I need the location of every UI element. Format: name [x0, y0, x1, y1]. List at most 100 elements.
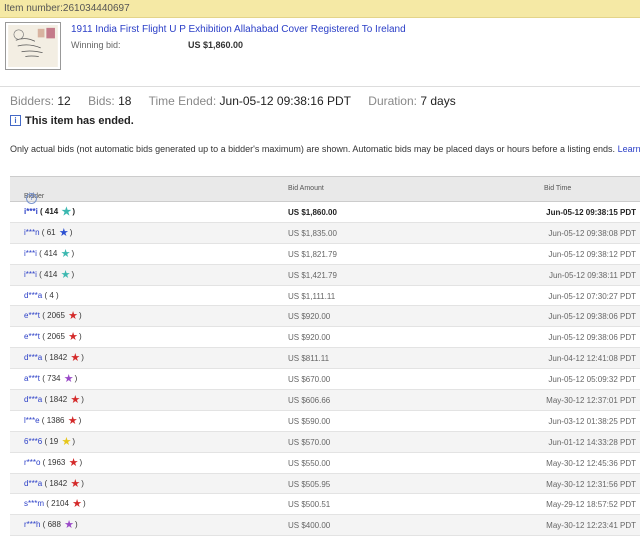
info-icon: i — [10, 115, 21, 126]
bidder-username[interactable]: d***a — [24, 353, 42, 362]
bidder-username[interactable]: i***i — [24, 249, 37, 258]
feedback-score[interactable]: 61 — [47, 228, 56, 237]
bidder-username[interactable]: e***t — [24, 332, 40, 341]
feedback-star-icon: ★ — [61, 206, 72, 218]
bidder-username[interactable]: i***i — [24, 270, 37, 279]
item-number: Item number:261034440697 — [4, 3, 130, 14]
bidder-cell: e***t ( 2065 ★) — [24, 310, 82, 323]
time-ended-label: Time Ended: — [148, 94, 217, 108]
bidder-username[interactable]: d***a — [24, 479, 42, 488]
bidder-username[interactable]: 6***6 — [24, 437, 42, 446]
feedback-score[interactable]: 19 — [49, 437, 58, 446]
table-body: i***i ( 414 ★) US $1,860.00 Jun-05-12 09:3… — [10, 202, 640, 536]
feedback-star-icon: ★ — [70, 394, 81, 407]
bid-time: Jun-05-12 09:38:06 PDT — [548, 312, 636, 322]
bidder-cell: e***t ( 2065 ★) — [24, 331, 82, 344]
bidder-username[interactable]: r***o — [24, 458, 40, 467]
feedback-star-icon: ★ — [64, 519, 75, 532]
feedback-score[interactable]: 1386 — [47, 416, 65, 425]
feedback-score[interactable]: 414 — [44, 270, 57, 279]
table-row: d***a ( 1842 ★) US $811.11 Jun-04-12 12:41… — [10, 348, 640, 370]
bid-time: Jun-04-12 12:41:08 PDT — [548, 354, 636, 364]
item-ended-notice: i This item has ended. — [10, 115, 134, 127]
bidder-cell: r***o ( 1963 ★) — [24, 456, 83, 469]
bid-amount: US $920.00 — [288, 312, 331, 322]
winning-bid-label: Winning bid: — [71, 40, 121, 50]
bid-time: May-30-12 12:31:56 PDT — [546, 479, 636, 489]
feedback-star-icon: ★ — [68, 331, 79, 344]
item-title-link[interactable]: 1911 India First Flight U P Exhibition A… — [71, 24, 406, 35]
bid-amount: US $1,111.11 — [288, 291, 336, 301]
bid-amount: US $505.95 — [288, 479, 331, 489]
bidder-cell: i***i ( 414 ★) — [24, 206, 76, 218]
bidder-username[interactable]: e***t — [24, 311, 40, 320]
table-row: i***i ( 414 ★) US $1,821.79 Jun-05-12 09:3… — [10, 244, 640, 265]
bidder-username[interactable]: i***i — [24, 207, 38, 216]
item-thumbnail[interactable] — [5, 22, 61, 70]
cover-image — [8, 25, 58, 67]
bid-amount: US $606.66 — [288, 396, 331, 406]
bid-time: Jun-05-12 09:38:11 PDT — [548, 270, 636, 280]
feedback-score[interactable]: 1963 — [48, 458, 66, 467]
bid-history-table: Bidder? Bid Amount Bid Time i***i ( 414 … — [10, 176, 640, 536]
bid-amount: US $590.00 — [288, 416, 331, 426]
feedback-star-icon: ★ — [60, 247, 71, 260]
feedback-score[interactable]: 1842 — [49, 353, 67, 362]
feedback-score[interactable]: 414 — [45, 207, 58, 216]
bid-time-header: Bid Time — [544, 185, 572, 192]
table-row: e***t ( 2065 ★) US $920.00 Jun-05-12 09:38… — [10, 306, 640, 328]
bidder-username[interactable]: d***a — [24, 395, 42, 404]
bid-amount: US $570.00 — [288, 437, 331, 447]
bidder-cell: s***m ( 2104 ★) — [24, 498, 86, 511]
bid-time: May-30-12 12:23:41 PDT — [546, 521, 636, 531]
feedback-star-icon: ★ — [68, 310, 79, 323]
table-row: r***h ( 688 ★) US $400.00 May-30-12 12:23:… — [10, 515, 640, 536]
bid-amount: US $1,821.79 — [288, 249, 337, 259]
bid-amount: US $1,860.00 — [288, 208, 337, 217]
divider — [0, 86, 640, 87]
bid-time: Jun-05-12 05:09:32 PDT — [548, 375, 636, 385]
bid-time: Jun-05-12 09:38:08 PDT — [548, 228, 636, 238]
bid-amount: US $1,835.00 — [288, 228, 337, 238]
bid-amount: US $550.00 — [288, 458, 331, 468]
bidder-username[interactable]: s***m — [24, 499, 44, 508]
time-ended-value: Jun-05-12 09:38:16 PDT — [219, 94, 351, 108]
bidder-cell: d***a ( 4 ) — [24, 290, 59, 300]
learn-more-link[interactable]: Learn — [618, 144, 640, 154]
feedback-score[interactable]: 4 — [49, 291, 53, 300]
bidder-cell: 6***6 ( 19 ★) — [24, 435, 76, 448]
bid-amount: US $1,421.79 — [288, 270, 337, 280]
feedback-score[interactable]: 414 — [44, 249, 57, 258]
feedback-score[interactable]: 2065 — [47, 332, 65, 341]
winning-bid-value: US $1,860.00 — [188, 40, 244, 50]
table-row: s***m ( 2104 ★) US $500.51 May-29-12 18:57… — [10, 494, 640, 516]
bid-notice: Only actual bids (not automatic bids gen… — [10, 144, 640, 154]
bidder-username[interactable]: d***a — [24, 291, 42, 300]
feedback-score[interactable]: 1842 — [49, 395, 67, 404]
bid-time: Jun-05-12 09:38:12 PDT — [548, 249, 636, 259]
bidder-username[interactable]: i***n — [24, 228, 40, 237]
feedback-star-icon: ★ — [68, 456, 79, 469]
item-number-bar: Item number:261034440697 — [0, 0, 640, 18]
feedback-star-icon: ★ — [67, 414, 78, 427]
bids-count: 18 — [118, 94, 132, 108]
bidder-cell: i***i ( 414 ★) — [24, 268, 75, 281]
feedback-score[interactable]: 1842 — [49, 479, 67, 488]
bid-time: Jun-03-12 01:38:25 PDT — [548, 416, 636, 426]
feedback-score[interactable]: 2104 — [51, 499, 69, 508]
feedback-star-icon: ★ — [58, 226, 69, 239]
table-row: l***e ( 1386 ★) US $590.00 Jun-03-12 01:38… — [10, 411, 640, 432]
bidder-username[interactable]: a***t — [24, 374, 40, 383]
item-ended-text: This item has ended. — [25, 115, 134, 127]
feedback-star-icon: ★ — [70, 352, 81, 365]
feedback-star-icon: ★ — [72, 498, 83, 511]
bid-amount: US $811.11 — [288, 354, 330, 364]
table-row: r***o ( 1963 ★) US $550.00 May-30-12 12:45… — [10, 453, 640, 474]
feedback-score[interactable]: 734 — [47, 374, 60, 383]
table-row: 6***6 ( 19 ★) US $570.00 Jun-01-12 14:33:2… — [10, 431, 640, 453]
bid-amount: US $670.00 — [288, 375, 331, 385]
bid-amount-header: Bid Amount — [288, 185, 324, 192]
bidder-cell: i***i ( 414 ★) — [24, 247, 75, 260]
feedback-score[interactable]: 2065 — [47, 311, 65, 320]
bidder-username[interactable]: l***e — [24, 416, 40, 425]
